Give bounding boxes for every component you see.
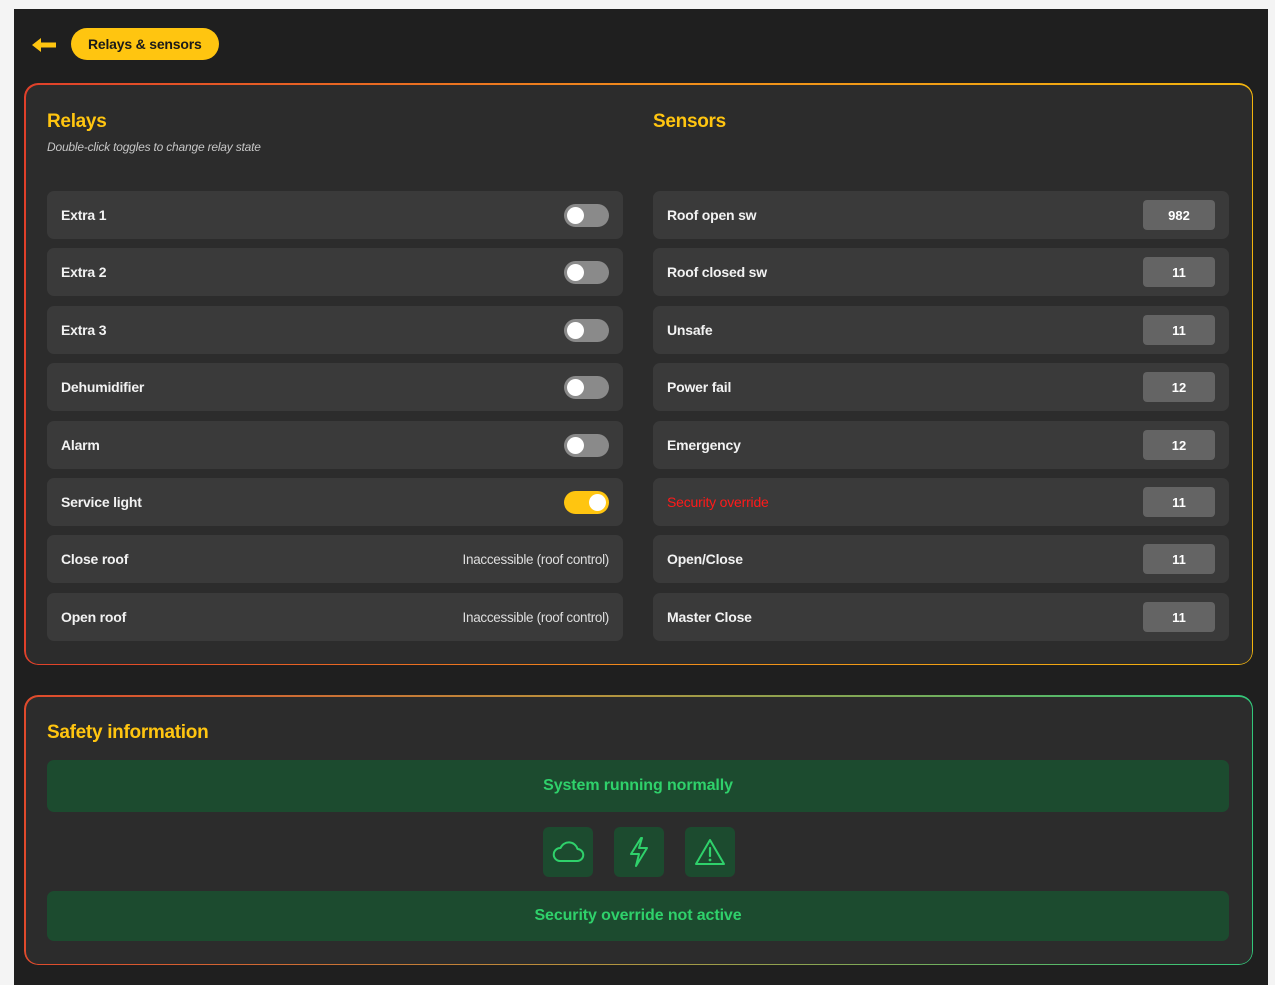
sensor-value: 12 [1143, 430, 1215, 460]
sensor-label: Roof open sw [667, 207, 757, 223]
toggle-knob [567, 206, 584, 224]
sensor-label: Master Close [667, 609, 752, 625]
relay-status-note: Inaccessible (roof control) [462, 551, 610, 567]
sensor-label: Emergency [667, 437, 741, 453]
sensors-title: Sensors [653, 111, 726, 132]
relay-row-dehumidifier[interactable]: Dehumidifier [47, 363, 623, 411]
sensor-label: Roof closed sw [667, 264, 767, 280]
top-bar: Relays & sensors [14, 9, 1268, 79]
toggle-knob [567, 378, 584, 396]
warning-icon [694, 839, 725, 865]
lightning-icon [629, 837, 648, 867]
safety-icon-row [24, 827, 1253, 877]
relay-row-extra-2[interactable]: Extra 2 [47, 248, 623, 296]
warning-indicator [684, 827, 735, 877]
relays-subtitle: Double-click toggles to change relay sta… [47, 140, 261, 154]
relay-toggle-extra-1[interactable] [564, 203, 609, 227]
sensor-row-security-override: Security override 11 [653, 478, 1229, 526]
toggle-knob [567, 263, 584, 281]
power-indicator [613, 827, 664, 877]
sensor-label: Open/Close [667, 551, 743, 567]
sensor-row-roof-closed-sw: Roof closed sw 11 [653, 248, 1229, 296]
relay-label: Close roof [61, 551, 129, 567]
relay-toggle-extra-3[interactable] [564, 318, 609, 342]
sensor-value: 11 [1143, 544, 1215, 574]
toggle-knob [567, 436, 584, 454]
sensor-value: 11 [1143, 487, 1215, 517]
relay-toggle-service-light[interactable] [564, 490, 609, 514]
relay-status-note: Inaccessible (roof control) [462, 609, 610, 625]
sensor-value: 11 [1143, 315, 1215, 345]
sensor-value: 12 [1143, 372, 1215, 402]
sensor-row-master-close: Master Close 11 [653, 593, 1229, 641]
sensor-value: 11 [1143, 257, 1215, 287]
sensor-row-emergency: Emergency 12 [653, 421, 1229, 469]
sensor-row-open-close: Open/Close 11 [653, 535, 1229, 583]
breadcrumb[interactable]: Relays & sensors [71, 28, 219, 60]
weather-indicator [542, 827, 593, 877]
relay-row-close-roof: Close roof Inaccessible (roof control) [47, 535, 623, 583]
relay-row-extra-1[interactable]: Extra 1 [47, 191, 623, 239]
relay-row-service-light[interactable]: Service light [47, 478, 623, 526]
sensor-row-roof-open-sw: Roof open sw 982 [653, 191, 1229, 239]
relays-sensors-panel: Relays Double-click toggles to change re… [24, 83, 1253, 665]
relay-row-alarm[interactable]: Alarm [47, 421, 623, 469]
app-window: Relays & sensors Relays Double-click tog… [14, 9, 1268, 985]
relay-toggle-alarm[interactable] [564, 433, 609, 457]
relay-label: Alarm [61, 437, 100, 453]
sensor-value: 982 [1143, 200, 1215, 230]
relay-toggle-dehumidifier[interactable] [564, 375, 609, 399]
toggle-knob [567, 321, 584, 339]
relay-label: Extra 1 [61, 207, 107, 223]
relay-row-open-roof: Open roof Inaccessible (roof control) [47, 593, 623, 641]
sensor-row-power-fail: Power fail 12 [653, 363, 1229, 411]
back-button[interactable] [28, 33, 60, 57]
security-override-status: Security override not active [47, 891, 1229, 941]
relay-label: Open roof [61, 609, 127, 625]
relay-toggle-extra-2[interactable] [564, 260, 609, 284]
sensor-value: 11 [1143, 602, 1215, 632]
arrow-left-icon [32, 38, 56, 52]
sensor-row-unsafe: Unsafe 11 [653, 306, 1229, 354]
system-status-banner: System running normally [47, 760, 1229, 812]
relay-row-extra-3[interactable]: Extra 3 [47, 306, 623, 354]
safety-title: Safety information [47, 722, 209, 743]
relay-label: Extra 2 [61, 264, 107, 280]
relays-title: Relays [47, 111, 107, 132]
cloud-icon [552, 841, 584, 862]
relay-label: Service light [61, 494, 142, 510]
toggle-knob [589, 493, 606, 511]
relay-label: Extra 3 [61, 322, 107, 338]
safety-panel: Safety information System running normal… [24, 695, 1253, 965]
sensor-label: Unsafe [667, 322, 713, 338]
sensor-label: Power fail [667, 379, 732, 395]
sensor-label: Security override [667, 494, 769, 510]
relay-label: Dehumidifier [61, 379, 145, 395]
